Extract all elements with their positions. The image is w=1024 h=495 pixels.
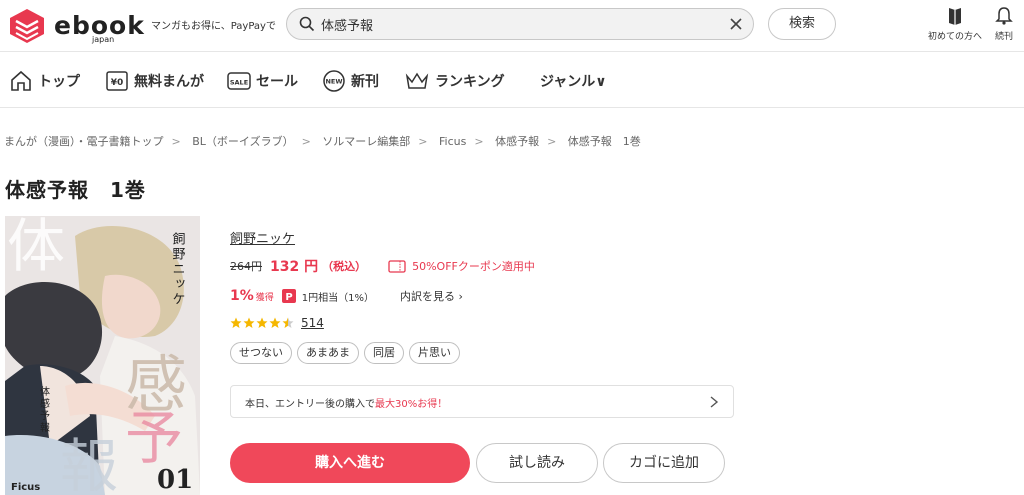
nav-sale-label: セール [256,74,298,90]
cover-title-vertical: 体感予報 [38,386,50,434]
author-link[interactable]: 飼野ニッケ [230,228,295,247]
breadcrumb-separator: > [301,135,311,148]
cover-kanji-yo: 予 [125,404,183,472]
svg-text:SALE: SALE [230,79,248,87]
clear-icon[interactable] [729,17,743,31]
breadcrumb-separator: > [171,135,181,148]
star-half-icon [282,317,294,328]
add-to-cart-button[interactable]: カゴに追加 [603,443,725,483]
bell-icon [995,7,1013,25]
cover-kanji-tai: 体 [7,216,65,280]
nav-free-manga[interactable]: ¥0 無料まんが [105,69,204,93]
book-cover[interactable]: 体 感 予 報 飼野ニッケ 体感予報 01 Ficus [5,216,200,495]
point-row: 1% 獲得 P 1円相当（1%） 内訳を見る › [230,287,463,305]
breadcrumb-separator: > [474,135,484,148]
paypay-icon: P [281,289,296,303]
book-icon [949,8,961,25]
tag-item[interactable]: 片思い [409,342,460,364]
nav-top[interactable]: トップ [9,69,80,93]
nav-new[interactable]: NEW 新刊 [322,69,379,93]
svg-text:¥0: ¥0 [111,78,124,88]
search-icon [299,16,315,32]
breadcrumb-separator: > [547,135,557,148]
nav-ranking-label: ランキング [435,74,505,90]
point-amount: 1円相当（1%） [301,292,375,304]
point-get-label: 獲得 [255,292,274,303]
price-tax-label: （税込） [322,260,367,273]
review-count-link[interactable]: 514 [301,316,324,330]
nav-ranking[interactable]: ランキング [404,69,505,93]
star-icon [243,317,255,328]
sale-icon: SALE [227,72,251,90]
nav-free-manga-label: 無料まんが [134,74,204,90]
home-icon [11,70,31,91]
point-detail-label: 内訳を見る [400,290,456,303]
nav-sale[interactable]: SALE セール [227,69,298,93]
point-percent: 1% [230,288,254,304]
crown-icon [405,72,429,89]
nav-top-label: トップ [38,74,80,90]
book-logo-icon [10,9,44,43]
cover-kanji-ho: 報 [60,432,118,495]
logo-sub: japan [92,35,115,44]
chevron-right-icon [710,396,719,408]
campaign-highlight: 最大30%お得！ [375,399,448,410]
tag-item[interactable]: せつない [230,342,292,364]
nav-genre-label: ジャンル∨ [540,74,607,90]
new-icon: NEW [323,70,345,92]
breadcrumb-current: 体感予報 1巻 [567,135,641,148]
tag-item[interactable]: 同居 [364,342,404,364]
cover-author: 飼野ニッケ [170,232,186,307]
main-nav: トップ ¥0 無料まんが SALE セール NEW 新刊 ランキング ジャンル∨ [0,52,1024,108]
sale-price: 132 円 [270,259,319,275]
cover-volume: 01 [157,465,193,495]
follow-link[interactable]: 続刊 [990,6,1018,42]
breadcrumb: まんが（漫画）・電子書籍トップ > BL（ボーイズラブ） > ソルマーレ編集部 > F… [4,133,649,149]
tag-item[interactable]: あまあま [297,342,359,364]
breadcrumb-item[interactable]: Ficus [439,135,466,148]
search-input[interactable] [321,13,721,35]
page-title: 体感予報 1巻 [5,178,146,202]
tagline: マンガもお得に、PayPayで [151,21,276,32]
buy-button[interactable]: 購入へ進む [230,443,470,483]
cover-illustration: 体 感 予 報 飼野ニッケ 体感予報 01 Ficus [5,216,200,495]
tag-list: せつない あまあま 同居 片思い [230,342,465,364]
star-icon [269,317,281,328]
site-header: ebook japan マンガもお得に、PayPayで 検索 初めての方へ 続刊 [0,0,1024,52]
ebook-logo[interactable]: ebook japan [8,7,144,45]
breadcrumb-item[interactable]: ソルマーレ編集部 [322,135,410,148]
trial-read-button[interactable]: 試し読み [476,443,598,483]
star-icon [230,317,242,328]
nav-genre[interactable]: ジャンル∨ [540,69,607,93]
rating-row: 514 [230,316,324,330]
free-yen-icon: ¥0 [106,71,128,91]
coupon-icon [388,259,406,273]
campaign-banner[interactable]: 本日、エントリー後の購入で最大30%お得！ [230,385,734,418]
breadcrumb-item[interactable]: まんが（漫画）・電子書籍トップ [4,135,164,148]
coupon-text: 50%OFFクーポン適用中 [412,260,535,273]
nav-new-label: 新刊 [351,74,379,90]
price-row: 264円 132 円 （税込） 50%OFFクーポン適用中 [230,257,535,275]
original-price: 264円 [230,260,262,273]
beginner-label: 初めての方へ [927,32,982,42]
star-icon [256,317,268,328]
campaign-prefix: 本日、エントリー後の購入で [245,399,375,410]
svg-text:NEW: NEW [325,78,342,86]
beginner-link[interactable]: 初めての方へ [926,6,984,42]
breadcrumb-item[interactable]: BL（ボーイズラブ） [192,135,293,148]
breadcrumb-item[interactable]: 体感予報 [495,135,539,148]
follow-label: 続刊 [994,32,1013,42]
breadcrumb-separator: > [418,135,428,148]
campaign-text: 本日、エントリー後の購入で最大30%お得！ [245,395,447,410]
cover-publisher: Ficus [11,482,40,493]
point-detail-link[interactable]: 内訳を見る › [400,288,463,304]
svg-text:P: P [285,292,292,303]
search-button[interactable]: 検索 [768,8,836,40]
search-box [286,8,754,40]
